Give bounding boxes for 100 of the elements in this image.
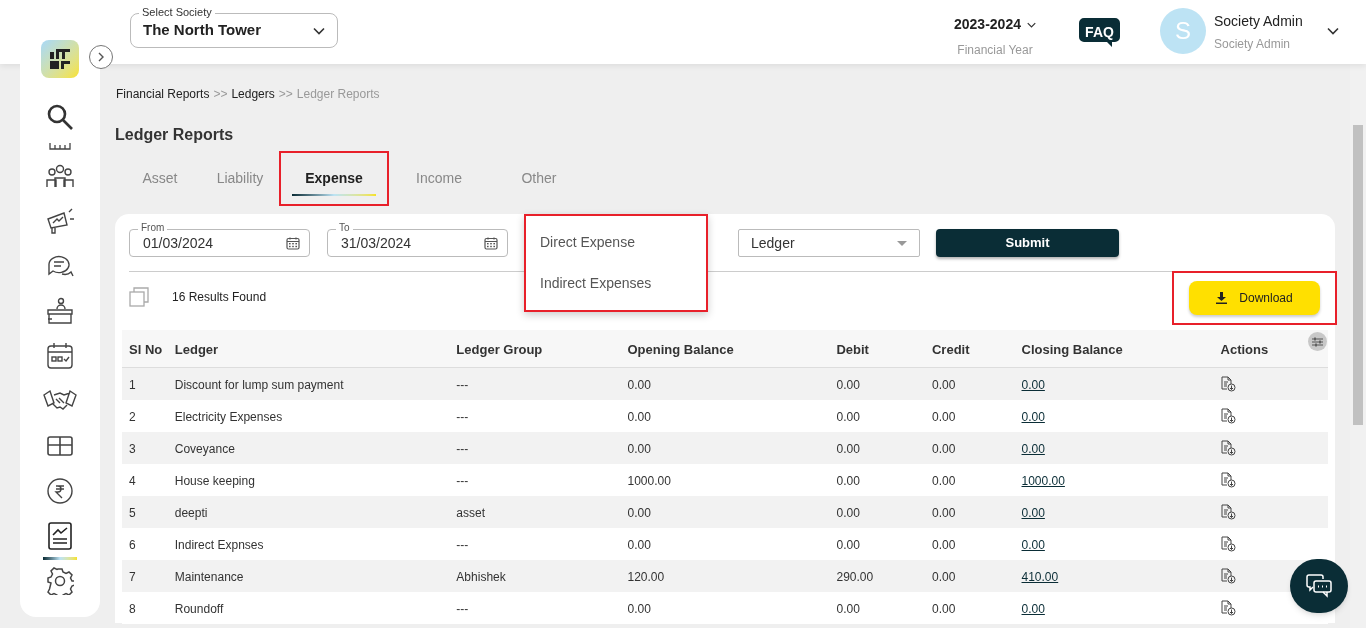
tab[interactable]: Expense (279, 151, 389, 206)
chevron-down-icon[interactable] (313, 26, 325, 35)
balance-link[interactable]: 0.00 (1021, 602, 1045, 616)
table-cell: 0.00 (931, 602, 956, 616)
column-header: Debit (836, 341, 869, 357)
submit-button[interactable]: Submit (936, 229, 1119, 257)
table-cell: 0.00 (931, 378, 956, 392)
table-cell: 120.00 (627, 570, 665, 584)
table-cell: 0.00 (627, 602, 651, 616)
table-cell: 1 (129, 378, 136, 392)
table-cell: 0.00 (931, 442, 956, 456)
rupee-icon (46, 476, 74, 505)
table-cell: --- (456, 474, 469, 488)
table-cell: 0.00 (836, 602, 860, 616)
page-title: Ledger Reports (115, 125, 235, 145)
table-cell: Electricity Expenses (174, 410, 283, 424)
document-download-icon[interactable] (1220, 600, 1236, 616)
table-cell: 0.00 (836, 378, 860, 392)
balance-link[interactable]: 410.00 (1021, 570, 1059, 584)
sliders-icon (1312, 336, 1323, 347)
table-cell: Discount for lump sum payment (174, 378, 344, 392)
table-cell: 0.00 (931, 506, 956, 520)
document-download-icon[interactable] (1220, 376, 1236, 392)
search-icon (46, 102, 74, 131)
society-value: The North Tower (143, 20, 262, 41)
faq-button[interactable]: FAQ (1079, 18, 1120, 47)
chat-button[interactable] (1290, 559, 1348, 613)
table-cell: 4 (129, 474, 136, 488)
user-menu-chevron-icon[interactable] (1327, 27, 1339, 35)
document-download-icon[interactable] (1220, 408, 1236, 424)
handshake-icon (43, 388, 77, 413)
document-download-icon[interactable] (1220, 504, 1236, 520)
table-cell: 0.00 (931, 538, 956, 552)
settings-icon (46, 566, 74, 595)
chevron-right-icon (98, 52, 104, 62)
breadcrumb-separator: >> (278, 86, 293, 103)
menu-option[interactable]: Indirect Expenses (540, 273, 706, 294)
table-cell: Coveyance (174, 442, 235, 456)
table-cell: 3 (129, 442, 136, 456)
balance-link[interactable]: 0.00 (1021, 442, 1045, 456)
calendar-icon (46, 341, 74, 370)
chat-bubbles-icon (1306, 574, 1332, 598)
table-cell: 8 (129, 602, 136, 616)
table-cell: --- (456, 442, 469, 456)
table-cell: 7 (129, 570, 136, 584)
table-cell: 0.00 (931, 474, 956, 488)
table-cell: --- (456, 602, 469, 616)
calendar-icon[interactable] (484, 236, 498, 250)
balance-link[interactable]: 0.00 (1021, 538, 1045, 552)
ledger-select[interactable]: Ledger (738, 229, 920, 257)
column-header: Closing Balance (1021, 341, 1123, 357)
table-cell: 6 (129, 538, 136, 552)
table-cell: 0.00 (836, 506, 860, 520)
breadcrumb-link[interactable]: Financial Reports (116, 85, 210, 103)
table-cell: asset (456, 506, 486, 520)
people-icon (46, 163, 74, 188)
calendar-icon[interactable] (286, 236, 300, 250)
results-count: 16 Results Found (172, 288, 267, 306)
year-caption: Financial Year (957, 42, 1033, 59)
table-cell: 0.00 (836, 410, 860, 424)
menu-option[interactable]: Direct Expense (540, 232, 706, 253)
document-download-icon[interactable] (1220, 568, 1236, 584)
document-download-icon[interactable] (1220, 440, 1236, 456)
download-button[interactable]: Download (1189, 281, 1320, 315)
field-label: To (336, 222, 353, 234)
table-cell: 0.00 (627, 410, 651, 424)
chevron-down-icon[interactable] (1026, 20, 1036, 29)
table-cell: 0.00 (931, 410, 956, 424)
user-name[interactable]: Society Admin (1214, 11, 1303, 32)
active-indicator (43, 557, 77, 560)
download-icon (1216, 292, 1228, 304)
table-cell: 0.00 (836, 442, 860, 456)
table-cell: Indirect Expnses (174, 538, 264, 552)
year-value[interactable]: 2023-2024 (954, 14, 1021, 35)
balance-link[interactable]: 0.00 (1021, 410, 1045, 424)
column-header: Actions (1220, 341, 1269, 357)
balance-link[interactable]: 0.00 (1021, 506, 1045, 520)
balance-link[interactable]: 0.00 (1021, 378, 1045, 392)
field-label: Select Society (139, 6, 215, 19)
document-download-icon[interactable] (1220, 472, 1236, 488)
document-download-icon[interactable] (1220, 536, 1236, 552)
report-chart-icon (47, 521, 73, 550)
app-logo[interactable] (41, 40, 79, 78)
table-cell: 0.00 (931, 570, 956, 584)
column-header: Ledger (174, 341, 219, 357)
balance-link[interactable]: 1000.00 (1021, 474, 1065, 488)
breadcrumb-separator: >> (213, 86, 228, 103)
dropdown-arrow-icon (897, 240, 907, 246)
table-cell: House keeping (174, 474, 255, 488)
table-cell: Maintenance (174, 570, 244, 584)
table-cell: 0.00 (836, 474, 860, 488)
column-settings-button[interactable] (1308, 332, 1327, 351)
table-cell: 5 (129, 506, 136, 520)
megaphone-icon (45, 206, 75, 235)
table-cell: 1000.00 (627, 474, 671, 488)
column-header: Credit (931, 341, 970, 357)
date-value: 31/03/2024 (341, 233, 412, 253)
column-header: Opening Balance (627, 341, 734, 357)
breadcrumb-link[interactable]: Ledgers (231, 85, 275, 103)
field-label: From (138, 222, 168, 234)
